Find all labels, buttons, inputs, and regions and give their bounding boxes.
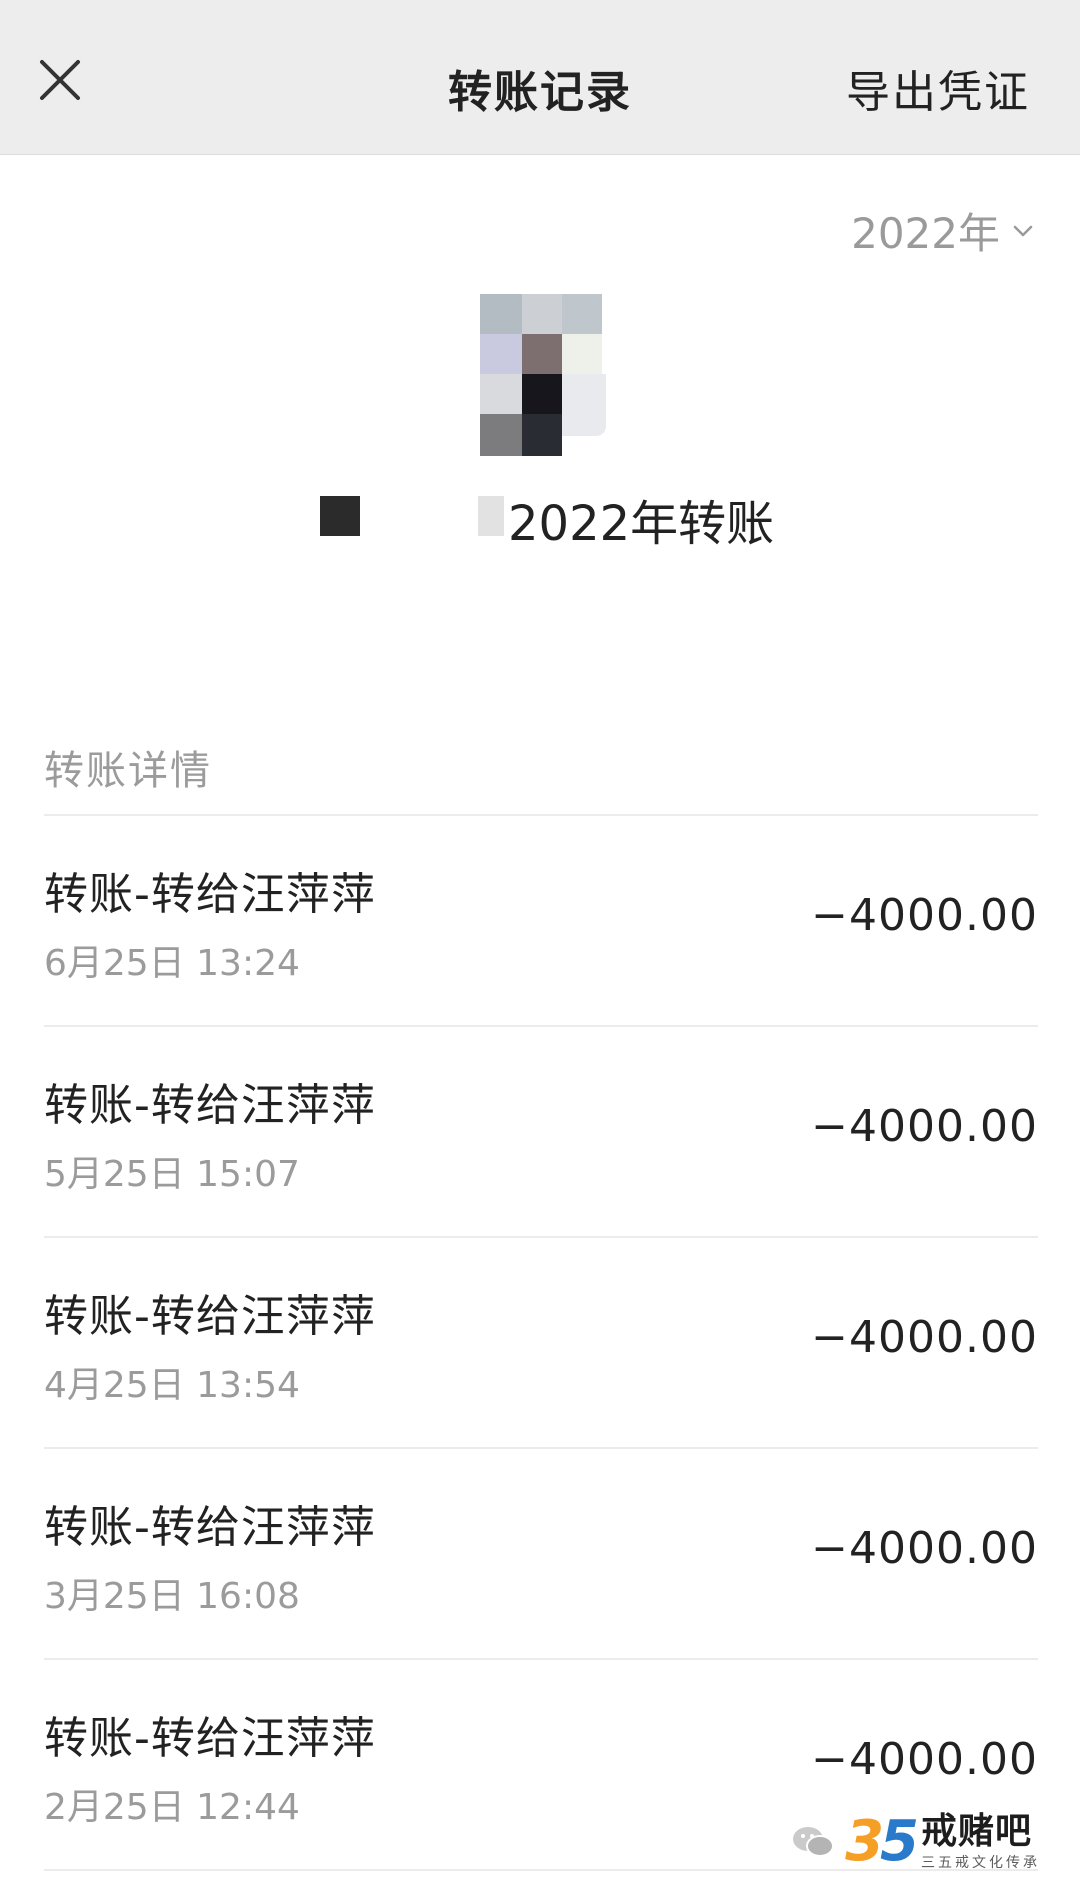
top-nav-bar: 转账记录 导出凭证 — [0, 0, 1080, 155]
transaction-title: 转账-转给汪萍萍 — [44, 1080, 376, 1131]
transaction-row[interactable]: 转账-转给汪萍萍 5月25日 15:07 −4000.00 — [44, 1027, 1038, 1238]
transaction-time: 5月25日 15:07 — [44, 1154, 300, 1195]
transaction-list: 转账-转给汪萍萍 6月25日 13:24 −4000.00 转账-转给汪萍萍 5… — [44, 816, 1038, 1871]
transaction-title: 转账-转给汪萍萍 — [44, 1502, 376, 1553]
watermark-text: 戒赌吧 三五戒文化传承 — [921, 1810, 1040, 1871]
transaction-time: 4月25日 13:54 — [44, 1365, 300, 1406]
transaction-title: 转账-转给汪萍萍 — [44, 1713, 376, 1764]
transaction-row[interactable]: 转账-转给汪萍萍 6月25日 13:24 −4000.00 — [44, 816, 1038, 1027]
redaction-block — [320, 496, 360, 536]
summary-text: 2022年转账 — [508, 496, 775, 552]
watermark: 35 戒赌吧 三五戒文化传承 — [791, 1809, 1040, 1874]
watermark-slogan: 三五戒文化传承 — [921, 1854, 1040, 1871]
transaction-time: 6月25日 13:24 — [44, 943, 300, 984]
watermark-number: 35 — [845, 1809, 919, 1874]
chevron-down-icon — [1013, 225, 1033, 236]
export-voucher-button[interactable]: 导出凭证 — [846, 56, 1030, 120]
watermark-number-a: 3 — [845, 1809, 884, 1874]
transaction-amount: −4000.00 — [811, 890, 1038, 941]
annual-summary: 2022年转账 — [0, 484, 1080, 552]
transaction-row[interactable]: 转账-转给汪萍萍 3月25日 16:08 −4000.00 — [44, 1449, 1038, 1660]
redaction-block — [478, 496, 504, 536]
watermark-number-b: 5 — [880, 1809, 919, 1874]
transaction-amount: −4000.00 — [811, 1312, 1038, 1363]
watermark-brand: 戒赌吧 — [921, 1810, 1033, 1852]
year-selector[interactable]: 2022年 — [851, 200, 1036, 261]
transaction-amount: −4000.00 — [811, 1734, 1038, 1785]
section-header: 转账详情 — [44, 748, 212, 794]
watermark-logo: 35 戒赌吧 三五戒文化传承 — [845, 1809, 1040, 1874]
wechat-icon — [793, 1826, 835, 1857]
avatar — [480, 294, 606, 456]
transaction-title: 转账-转给汪萍萍 — [44, 1291, 376, 1342]
transaction-amount: −4000.00 — [811, 1101, 1038, 1152]
transaction-time: 3月25日 16:08 — [44, 1576, 300, 1617]
transaction-row[interactable]: 转账-转给汪萍萍 4月25日 13:54 −4000.00 — [44, 1238, 1038, 1449]
transaction-amount: −4000.00 — [811, 1523, 1038, 1574]
transaction-title: 转账-转给汪萍萍 — [44, 869, 376, 920]
year-selector-label: 2022年 — [851, 209, 1000, 258]
transaction-time: 2月25日 12:44 — [44, 1787, 300, 1828]
